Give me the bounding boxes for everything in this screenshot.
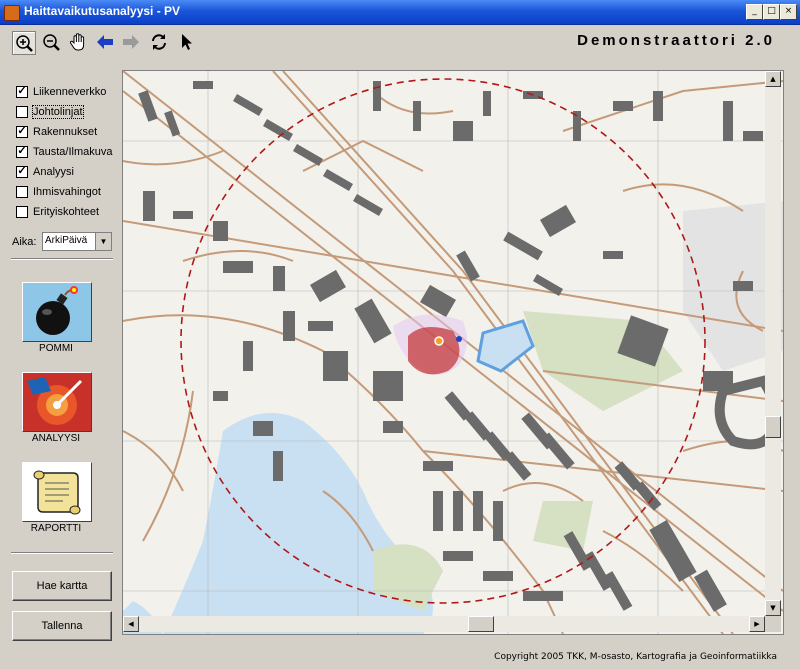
raportti-button[interactable] [22, 462, 92, 522]
scroll-corner [765, 616, 781, 632]
checkbox[interactable] [16, 206, 28, 218]
layer-label: Rakennukset [33, 126, 98, 138]
back-button[interactable] [94, 31, 116, 53]
window-title: Haittavaikutusanalyysi - PV [24, 4, 181, 18]
horizontal-scroll-thumb[interactable] [468, 616, 494, 632]
minimize-icon: _ [752, 6, 757, 16]
checkbox[interactable]: ✓ [16, 126, 28, 138]
checkbox[interactable]: ✓ [16, 86, 28, 98]
maximize-icon: □ [767, 6, 776, 16]
zoom-in-button[interactable] [12, 31, 36, 55]
refresh-button[interactable] [148, 31, 170, 53]
zoom-out-icon [43, 34, 60, 51]
forward-arrow-icon [123, 35, 139, 49]
checkbox[interactable] [16, 106, 28, 118]
layer-liikenneverkko[interactable]: ✓ Liikenneverkko [16, 84, 106, 100]
select-pointer-icon [182, 34, 192, 50]
chevron-down-icon[interactable]: ▼ [95, 233, 111, 250]
time-select-value: ArkiPäivä [45, 235, 88, 246]
layer-analyysi[interactable]: ✓ Analyysi [16, 164, 74, 180]
save-button[interactable]: Tallenna [12, 611, 112, 641]
analyysi-button[interactable] [22, 372, 92, 432]
vertical-scrollbar[interactable]: ▲ ▼ [765, 71, 781, 616]
minimize-button[interactable]: _ [746, 4, 763, 20]
layer-label: Liikenneverkko [33, 86, 107, 98]
checkbox[interactable]: ✓ [16, 166, 28, 178]
maximize-button[interactable]: □ [763, 4, 780, 20]
app-name: Demonstraattori 2.0 [577, 32, 775, 49]
pan-hand-icon [70, 33, 85, 51]
scroll-left-button[interactable]: ◀ [123, 616, 139, 632]
zoom-out-button[interactable] [40, 31, 62, 53]
checkbox[interactable]: ✓ [16, 146, 28, 158]
layer-rakennukset[interactable]: ✓ Rakennukset [16, 124, 97, 140]
toolbar: Demonstraattori 2.0 [0, 24, 800, 60]
time-select[interactable]: ArkiPäivä ▼ [42, 232, 112, 251]
layer-ihmisvahingot[interactable]: Ihmisvahingot [16, 184, 101, 200]
separator [11, 552, 113, 554]
blast-point [434, 336, 444, 346]
pommi-button[interactable] [22, 282, 92, 342]
map-canvas[interactable] [123, 71, 783, 634]
copyright: Copyright 2005 TKK, M-osasto, Kartografi… [494, 652, 777, 662]
report-scroll-icon [23, 463, 91, 521]
layer-label: Ihmisvahingot [33, 186, 101, 198]
layer-label: Erityiskohteet [33, 206, 100, 218]
close-button[interactable]: × [780, 4, 797, 20]
pommi-label: POMMI [39, 343, 73, 354]
fetch-map-button[interactable]: Hae kartta [12, 571, 112, 601]
raportti-label: RAPORTTI [30, 523, 82, 534]
bomb-icon [23, 283, 91, 341]
select-button[interactable] [176, 31, 198, 53]
analysis-icon [23, 373, 91, 431]
horizontal-scrollbar[interactable]: ◀ ▶ [123, 616, 765, 632]
back-arrow-icon [97, 35, 113, 49]
vertical-scroll-thumb[interactable] [765, 416, 781, 438]
time-label: Aika: [12, 236, 37, 248]
layer-label: Tausta/Ilmakuva [33, 146, 113, 158]
title-bar: Haittavaikutusanalyysi - PV _ □ × [0, 0, 800, 25]
close-icon: × [784, 6, 793, 16]
pan-button[interactable] [68, 31, 90, 53]
layer-label: Johtolinjat [32, 105, 84, 119]
layer-tausta[interactable]: ✓ Tausta/Ilmakuva [16, 144, 112, 160]
zoom-in-icon [16, 35, 33, 52]
layer-johtolinjat[interactable]: Johtolinjat [16, 104, 84, 120]
app-icon [4, 5, 20, 21]
scroll-down-button[interactable]: ▼ [765, 600, 781, 616]
layer-label: Analyysi [33, 166, 74, 178]
separator [11, 258, 113, 260]
checkbox[interactable] [16, 186, 28, 198]
impact-zone [408, 327, 460, 375]
scroll-up-button[interactable]: ▲ [765, 71, 781, 87]
refresh-icon [152, 34, 166, 50]
scroll-right-button[interactable]: ▶ [749, 616, 765, 632]
person-marker [456, 336, 462, 342]
forward-button[interactable] [120, 31, 142, 53]
analyysi-label: ANALYYSI [31, 433, 81, 444]
layer-erityiskohteet[interactable]: Erityiskohteet [16, 204, 99, 220]
map-view[interactable] [122, 70, 784, 635]
